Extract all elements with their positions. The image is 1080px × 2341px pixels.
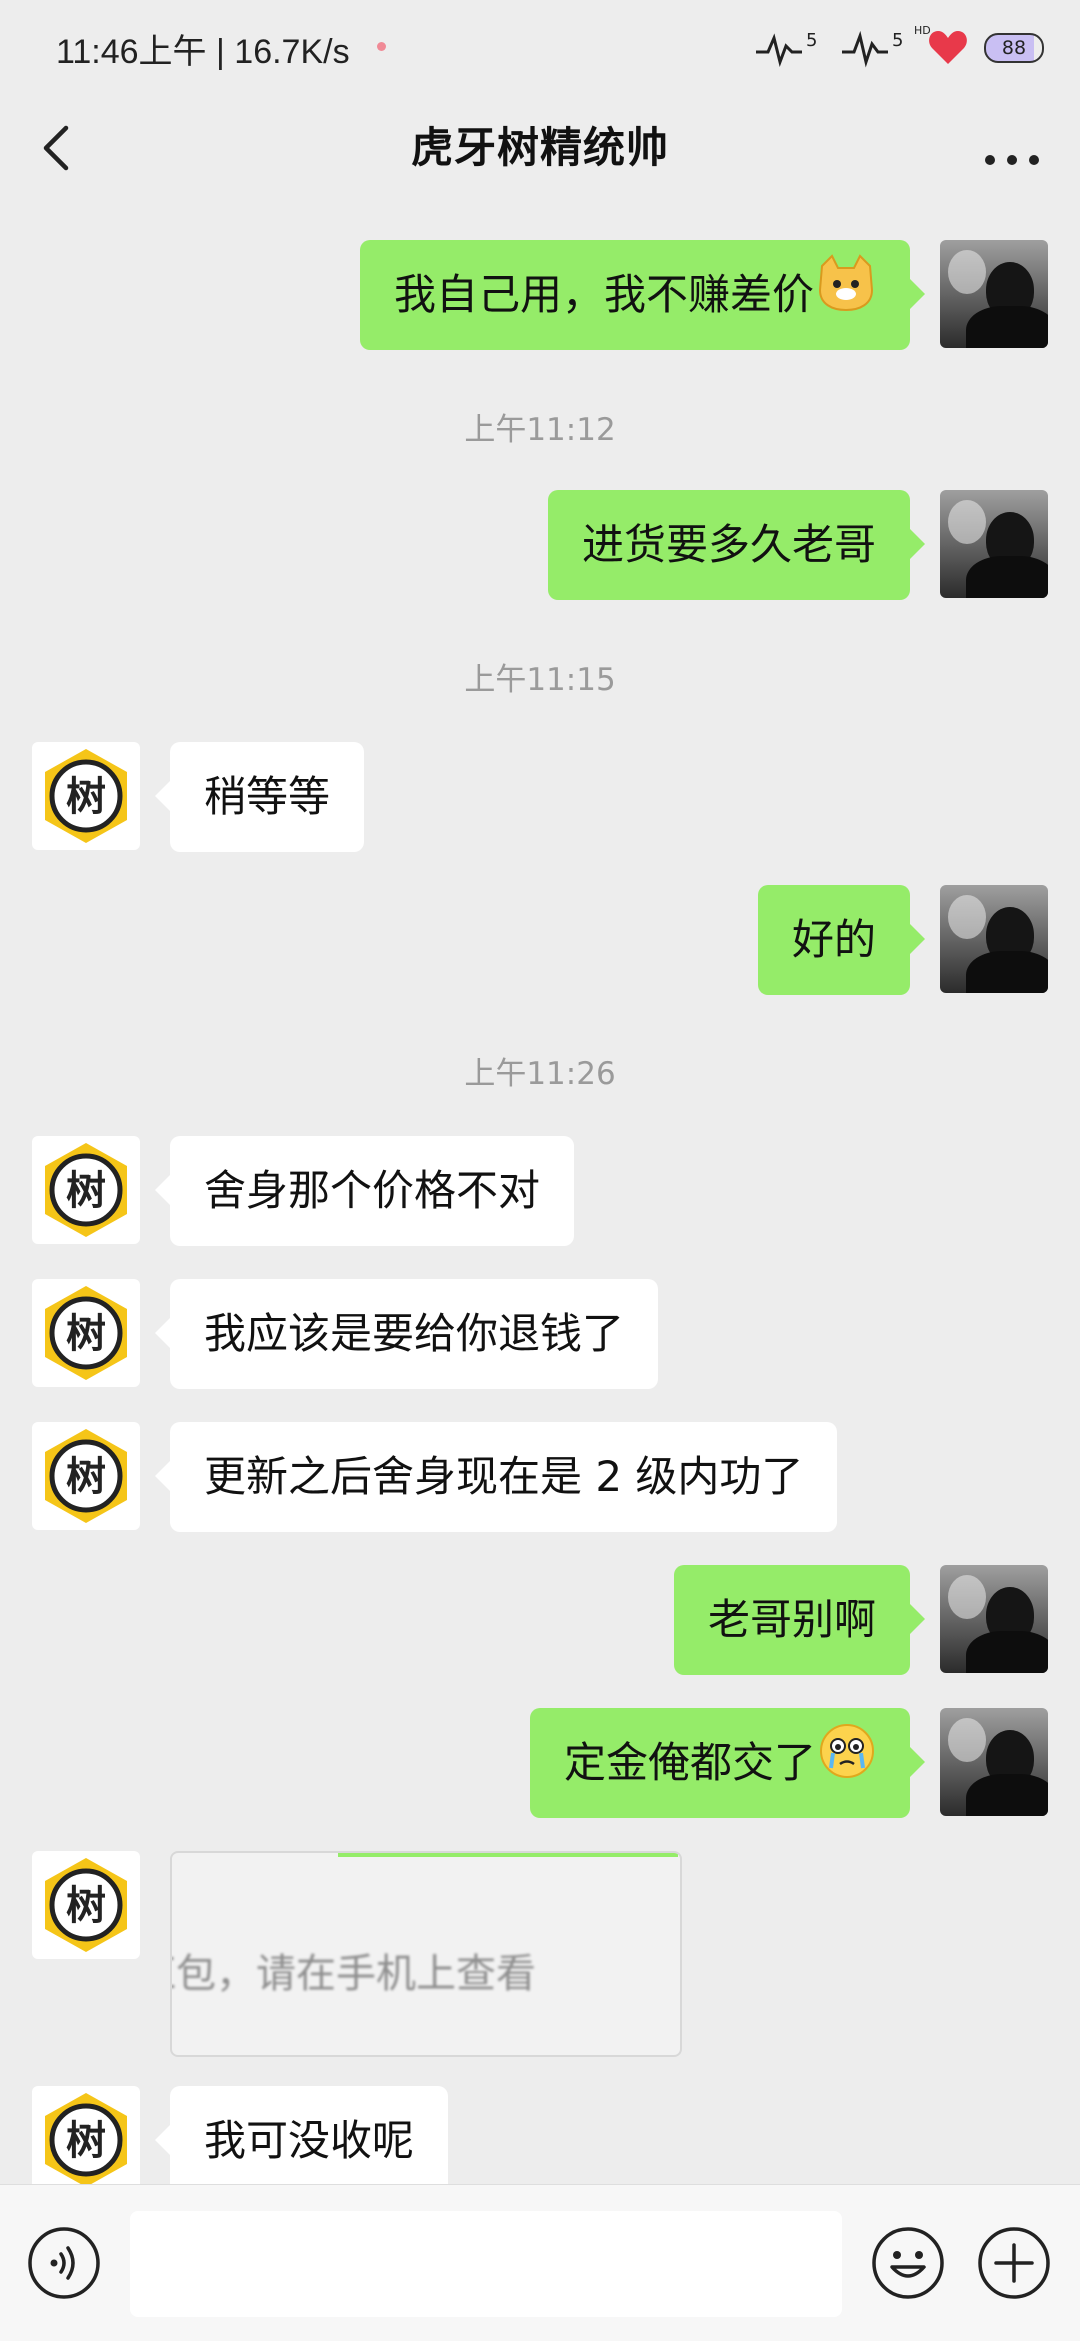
input-bar (0, 2184, 1080, 2341)
chat-title: 虎牙树精统帅 (410, 123, 669, 172)
contact-avatar[interactable]: 树 (32, 1279, 140, 1387)
their-message-bubble[interactable]: 我可没收呢 (154, 2086, 449, 2184)
tree-logo-icon: 树 (45, 1286, 127, 1380)
signal-icon: 5 (754, 28, 832, 68)
heart-icon (929, 31, 967, 64)
status-time: 11:46上午 | 16.7K/s (56, 33, 350, 71)
my-message-bubble[interactable]: 定金俺都交了 (529, 1708, 926, 1821)
message-input[interactable] (130, 2211, 842, 2317)
svg-text:树: 树 (66, 1311, 106, 1357)
more-dots-icon (985, 155, 1039, 165)
signal-hd-icon: HD 5 (840, 24, 931, 68)
timestamp: 上午11:12 (464, 412, 616, 448)
message-text: 更新之后舍身现在是 2 级内功了 (204, 1452, 804, 1501)
battery-indicator: 88 (984, 33, 1044, 63)
message-text: 我应该是要给你退钱了 (204, 1309, 625, 1358)
their-message-bubble[interactable]: 更新之后舍身现在是 2 级内功了 (154, 1422, 838, 1532)
plus-icon (978, 2227, 1050, 2299)
tree-logo-icon: 树 (45, 1858, 127, 1952)
message-text: 稍等等 (204, 772, 331, 821)
voice-button[interactable] (26, 2225, 102, 2301)
message-text: 我自己用，我不赚差价 (393, 270, 814, 319)
contact-avatar[interactable]: 树 (32, 1422, 140, 1530)
message-text: 进货要多久老哥 (581, 520, 876, 569)
svg-text:树: 树 (66, 1454, 106, 1500)
their-message-bubble[interactable]: 舍身那个价格不对 (154, 1136, 575, 1246)
red-packet-message[interactable]: 红包，请在手机上查看 (170, 1851, 682, 2057)
my-message-bubble[interactable]: 好的 (757, 885, 926, 995)
message-text: 舍身那个价格不对 (204, 1166, 541, 1215)
hd-label: HD (914, 24, 931, 37)
message-text: 定金俺都交了 (563, 1738, 816, 1787)
signal-2-label: 5 (892, 30, 904, 51)
cat-face-icon (816, 243, 876, 353)
my-message-bubble[interactable]: 老哥别啊 (673, 1565, 926, 1675)
svg-text:树: 树 (66, 1168, 106, 1214)
my-avatar[interactable] (940, 490, 1048, 598)
crying-face-icon (818, 1711, 876, 1821)
red-packet-text: 红包，请在手机上查看 (170, 1951, 536, 1997)
svg-text:树: 树 (66, 1883, 106, 1929)
message-text: 我可没收呢 (204, 2116, 415, 2165)
smiley-icon (872, 2227, 944, 2299)
chat-header: 虎牙树精统帅 (0, 96, 1080, 206)
emoji-button[interactable] (870, 2225, 946, 2301)
their-message-bubble[interactable]: 稍等等 (154, 742, 365, 852)
my-avatar[interactable] (940, 1565, 1048, 1673)
contact-avatar[interactable]: 树 (32, 1851, 140, 1959)
status-icons: 5 HD 5 88 (754, 22, 1044, 74)
contact-avatar[interactable]: 树 (32, 1136, 140, 1244)
message-list[interactable]: 我自己用，我不赚差价 上午11:12 进货要多久老哥 上午11:15 树 稍等等… (0, 206, 1080, 2184)
battery-level: 88 (1001, 37, 1027, 59)
their-message-bubble[interactable]: 我应该是要给你退钱了 (154, 1279, 659, 1389)
signal-1-label: 5 (806, 30, 818, 51)
my-avatar[interactable] (940, 1708, 1048, 1816)
timestamp: 上午11:15 (464, 662, 616, 698)
my-avatar[interactable] (940, 885, 1048, 993)
message-text: 好的 (791, 915, 876, 964)
contact-avatar[interactable]: 树 (32, 742, 140, 850)
red-packet-strip (338, 1853, 678, 1857)
more-functions-button[interactable] (976, 2225, 1052, 2301)
svg-text:树: 树 (66, 2118, 106, 2164)
message-text: 老哥别啊 (707, 1595, 876, 1644)
tree-logo-icon: 树 (45, 1429, 127, 1523)
more-options-button[interactable] (972, 116, 1052, 180)
my-message-bubble[interactable]: 我自己用，我不赚差价 (359, 240, 926, 353)
svg-text:树: 树 (66, 774, 106, 820)
tree-logo-icon: 树 (45, 1143, 127, 1237)
contact-avatar[interactable]: 树 (32, 2086, 140, 2184)
my-avatar[interactable] (940, 240, 1048, 348)
status-bar: 11:46上午 | 16.7K/s 5 HD 5 88 (0, 0, 1080, 96)
my-message-bubble[interactable]: 进货要多久老哥 (547, 490, 926, 600)
tree-logo-icon: 树 (45, 749, 127, 843)
notification-dot (377, 42, 386, 51)
voice-icon (28, 2227, 100, 2299)
tree-logo-icon: 树 (45, 2093, 127, 2184)
timestamp: 上午11:26 (464, 1056, 616, 1092)
